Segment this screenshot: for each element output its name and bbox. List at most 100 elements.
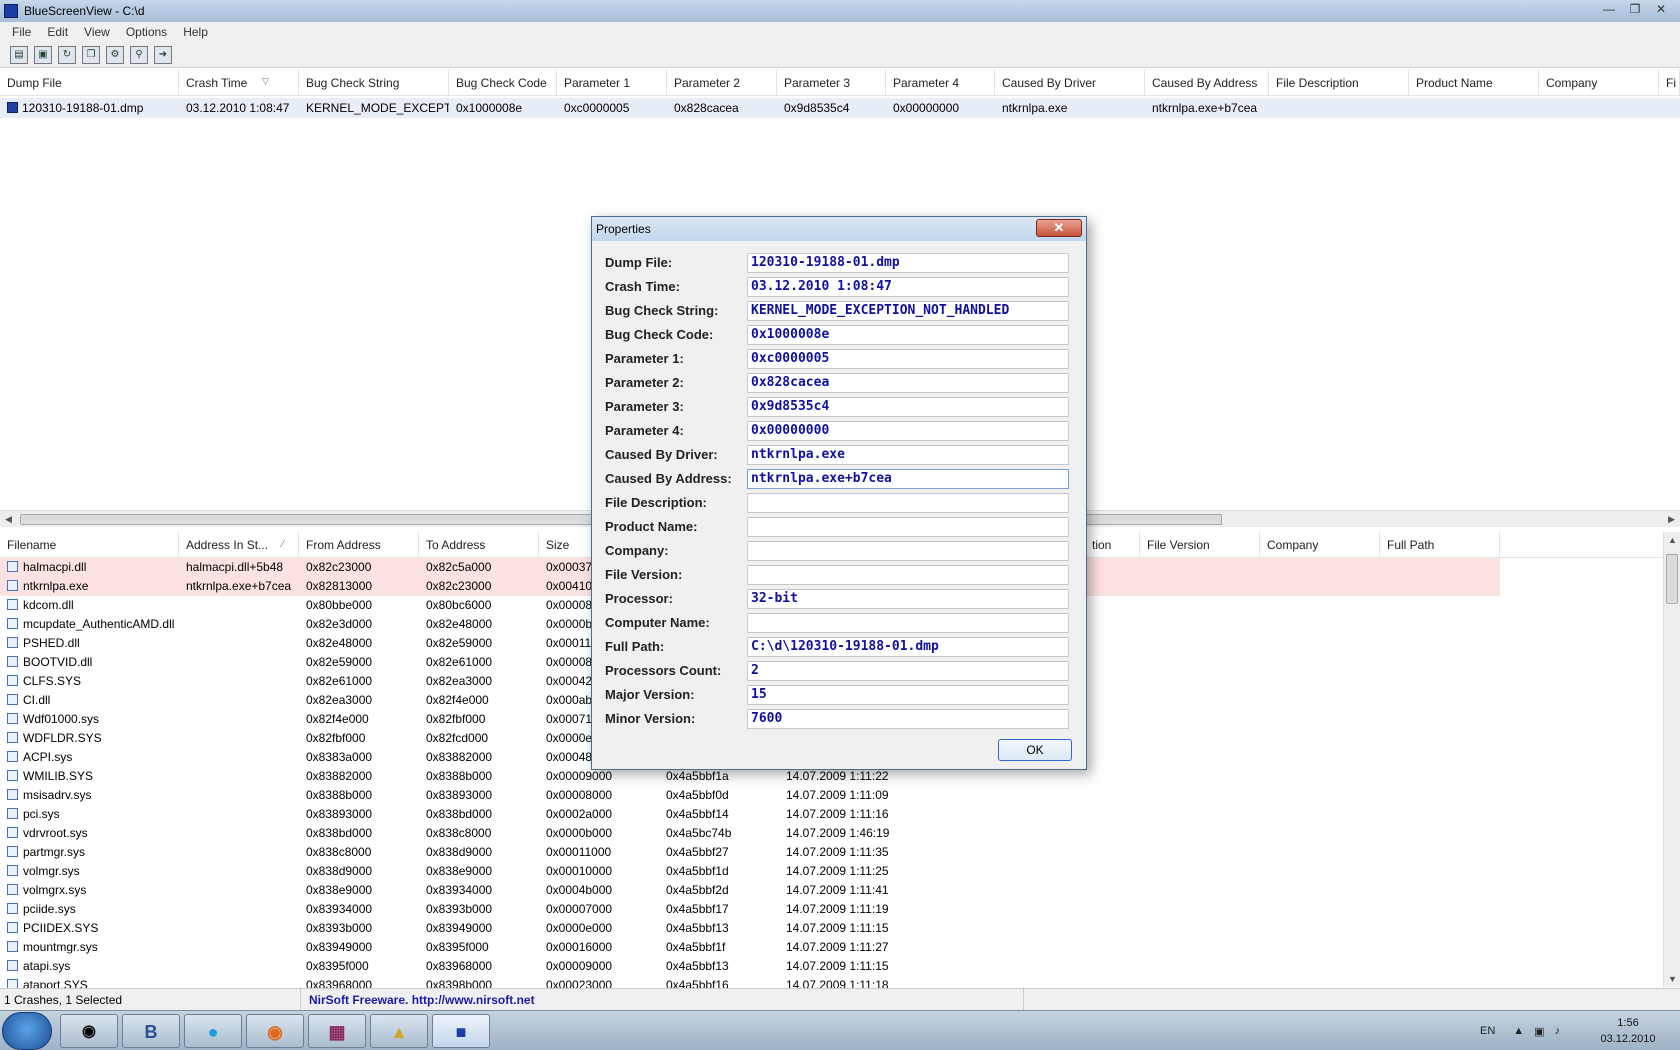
module-row[interactable]: atapi.sys 0x8395f000 0x83968000 0x00009000 0…: [0, 957, 1680, 976]
module-row[interactable]: volmgr.sys 0x838d9000 0x838e9000 0x00010000…: [0, 862, 1680, 881]
property-row: Bug Check String: KERNEL_MODE_EXCEPTION_N…: [592, 299, 1086, 323]
column-header-2[interactable]: Bug Check String: [299, 70, 449, 96]
module-row[interactable]: volmgrx.sys 0x838e9000 0x83934000 0x0004b00…: [0, 881, 1680, 900]
module-file-icon: [7, 675, 18, 686]
module-row[interactable]: vdrvroot.sys 0x838bd000 0x838c8000 0x0000b0…: [0, 824, 1680, 843]
language-indicator[interactable]: EN: [1480, 1025, 1495, 1037]
save-icon[interactable]: ▣: [34, 45, 52, 64]
scroll-right-icon[interactable]: ▶: [1668, 514, 1675, 525]
module-row[interactable]: partmgr.sys 0x838c8000 0x838d9000 0x0001100…: [0, 843, 1680, 862]
property-value-field[interactable]: 03.12.2010 1:08:47: [747, 277, 1069, 297]
maximize-button[interactable]: ❐: [1622, 0, 1648, 18]
network-icon[interactable]: ▣: [1534, 1025, 1544, 1038]
column-header-5[interactable]: Parameter 2: [667, 70, 777, 96]
module-cell-f: halmacpi.dll: [0, 558, 179, 577]
column-header-8[interactable]: Caused By Driver: [995, 70, 1145, 96]
clock[interactable]: 1:56 03.12.2010: [1590, 1015, 1666, 1047]
minimize-button[interactable]: —: [1596, 0, 1622, 18]
volume-icon[interactable]: ♪: [1555, 1025, 1561, 1037]
column-header-13[interactable]: Fi: [1659, 70, 1680, 96]
scroll-thumb[interactable]: [1666, 554, 1678, 604]
module-row[interactable]: pci.sys 0x83893000 0x838bd000 0x0002a000 0x4…: [0, 805, 1680, 824]
module-cell-to: 0x83949000: [426, 921, 493, 935]
property-value-field[interactable]: C:\d\120310-19188-01.dmp: [747, 637, 1069, 657]
property-value-field[interactable]: 32-bit: [747, 589, 1069, 609]
copy-icon[interactable]: ❐: [82, 45, 100, 64]
menu-edit[interactable]: Edit: [39, 25, 76, 39]
column-header-6[interactable]: Parameter 3: [777, 70, 886, 96]
refresh-icon[interactable]: ↻: [58, 45, 76, 64]
module-column-header-1[interactable]: Address In St...: [179, 532, 299, 558]
tray-expand-icon[interactable]: ▲: [1513, 1025, 1524, 1037]
crash-row[interactable]: 120310-19188-01.dmp 03.12.2010 1:08:47 KER…: [0, 98, 1680, 118]
property-value-field[interactable]: 15: [747, 685, 1069, 705]
taskbar-app-skype-icon[interactable]: ●: [184, 1014, 242, 1048]
module-row[interactable]: msisadrv.sys 0x8388b000 0x83893000 0x000080…: [0, 786, 1680, 805]
taskbar-app-winrar-icon[interactable]: ▦: [308, 1014, 366, 1048]
taskbar-app-alien-icon[interactable]: ◉: [60, 1014, 118, 1048]
module-row[interactable]: pciide.sys 0x83934000 0x8393b000 0x00007000…: [0, 900, 1680, 919]
close-button[interactable]: ✕: [1648, 0, 1674, 18]
column-header-7[interactable]: Parameter 4: [886, 70, 995, 96]
start-button[interactable]: [2, 1012, 52, 1050]
column-header-9[interactable]: Caused By Address: [1145, 70, 1269, 96]
property-value-field[interactable]: [747, 517, 1069, 537]
dialog-title: Properties: [596, 222, 651, 236]
menu-file[interactable]: File: [4, 25, 39, 39]
column-header-10[interactable]: File Description: [1269, 70, 1409, 96]
taskbar-app-explorer-icon[interactable]: ▲: [370, 1014, 428, 1048]
property-value-field[interactable]: 0x828cacea: [747, 373, 1069, 393]
vertical-scrollbar[interactable]: ▲ ▼: [1663, 532, 1680, 987]
module-column-header-3[interactable]: To Address: [419, 532, 539, 558]
property-value-field[interactable]: [747, 493, 1069, 513]
module-column-header-10[interactable]: File Version: [1140, 532, 1260, 558]
column-header-0[interactable]: Dump File: [0, 70, 179, 96]
module-column-header-11[interactable]: Company: [1260, 532, 1380, 558]
module-row[interactable]: mountmgr.sys 0x83949000 0x8395f000 0x000160…: [0, 938, 1680, 957]
module-cell-to: 0x82fbf000: [426, 712, 486, 726]
scroll-up-icon[interactable]: ▲: [1668, 535, 1677, 545]
property-value-field[interactable]: 2: [747, 661, 1069, 681]
property-value-field[interactable]: 0xc0000005: [747, 349, 1069, 369]
column-header-3[interactable]: Bug Check Code: [449, 70, 557, 96]
module-row[interactable]: PCIIDEX.SYS 0x8393b000 0x83949000 0x0000e00…: [0, 919, 1680, 938]
taskbar-app-vk[interactable]: B: [122, 1014, 180, 1048]
crash-cell-9: ntkrnlpa.exe+b7cea: [1152, 101, 1258, 115]
module-column-header-12[interactable]: Full Path: [1380, 532, 1500, 558]
module-column-header-9[interactable]: tion: [1085, 532, 1140, 558]
property-value-field[interactable]: ntkrnlpa.exe+b7cea: [747, 469, 1069, 489]
options-icon[interactable]: ⚙: [106, 45, 124, 64]
property-value-field[interactable]: 0x1000008e: [747, 325, 1069, 345]
column-header-11[interactable]: Product Name: [1409, 70, 1539, 96]
menu-view[interactable]: View: [76, 25, 118, 39]
properties-icon[interactable]: ▤: [10, 45, 28, 64]
exit-icon[interactable]: ➜: [154, 45, 172, 64]
find-icon[interactable]: ⚲: [130, 45, 148, 64]
property-value-field[interactable]: 7600: [747, 709, 1069, 729]
menu-help[interactable]: Help: [175, 25, 216, 39]
property-value-field[interactable]: [747, 541, 1069, 561]
property-value-field[interactable]: KERNEL_MODE_EXCEPTION_NOT_HANDLED: [747, 301, 1069, 321]
close-icon[interactable]: ✕: [1036, 219, 1082, 237]
property-value-field[interactable]: 0x9d8535c4: [747, 397, 1069, 417]
module-cell-from: 0x82f4e000: [306, 712, 369, 726]
taskbar-app-firefox-icon[interactable]: ◉: [246, 1014, 304, 1048]
status-credit[interactable]: NirSoft Freeware. http://www.nirsoft.net: [300, 989, 1024, 1011]
property-value-field[interactable]: [747, 613, 1069, 633]
column-header-1[interactable]: Crash Time: [179, 70, 299, 96]
menu-options[interactable]: Options: [118, 25, 175, 39]
property-value-field[interactable]: 0x00000000: [747, 421, 1069, 441]
taskbar-app-bluescreenview-icon[interactable]: ■: [432, 1014, 490, 1048]
column-header-4[interactable]: Parameter 1: [557, 70, 667, 96]
scroll-left-icon[interactable]: ◀: [5, 514, 12, 525]
module-column-header-0[interactable]: Filename: [0, 532, 179, 558]
property-value-field[interactable]: [747, 565, 1069, 585]
scroll-down-icon[interactable]: ▼: [1668, 974, 1677, 984]
ok-button[interactable]: OK: [998, 739, 1072, 761]
property-value-field[interactable]: 120310-19188-01.dmp: [747, 253, 1069, 273]
module-column-header-2[interactable]: From Address: [299, 532, 419, 558]
property-value-field[interactable]: ntkrnlpa.exe: [747, 445, 1069, 465]
module-cell-from: 0x8395f000: [306, 959, 369, 973]
column-header-12[interactable]: Company: [1539, 70, 1659, 96]
property-label: Major Version:: [605, 687, 695, 702]
